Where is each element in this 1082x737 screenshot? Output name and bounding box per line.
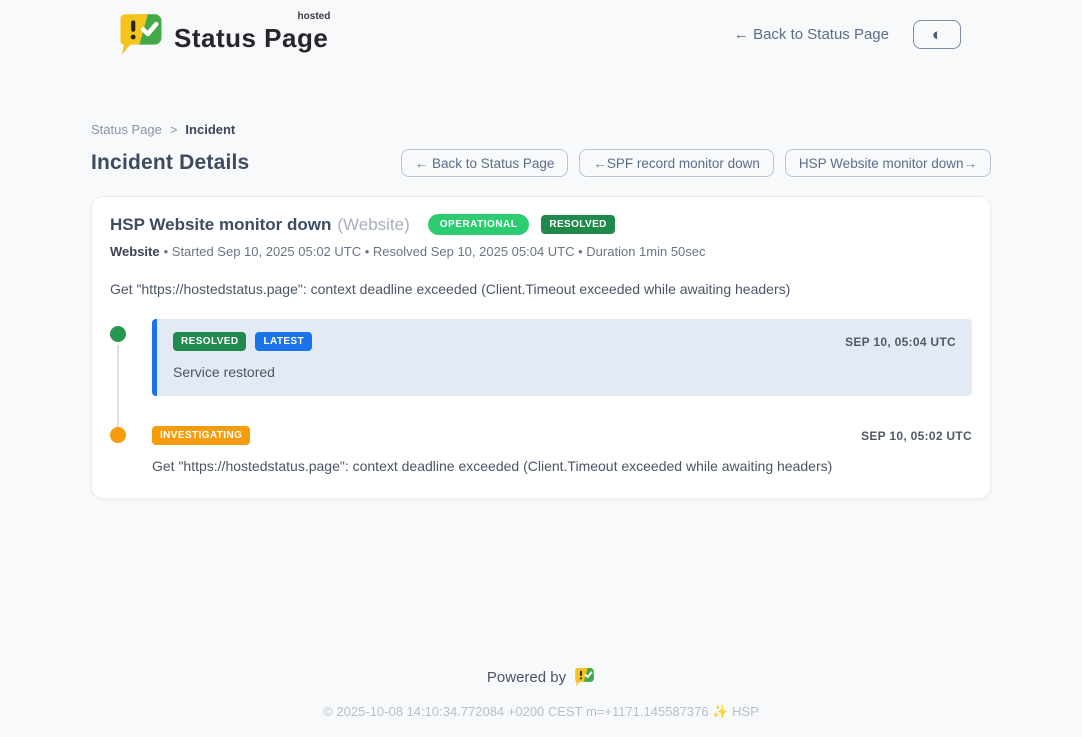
incident-description: Get "https://hostedstatus.page": context… — [110, 281, 972, 297]
powered-by-link[interactable]: Powered by — [487, 667, 595, 687]
incident-component: (Website) — [337, 215, 409, 235]
meta-details: • Started Sep 10, 2025 05:02 UTC • Resol… — [164, 244, 706, 259]
incident-card: HSP Website monitor down (Website) OPERA… — [91, 196, 991, 499]
investigating-dot-icon — [110, 427, 126, 443]
timeline-entry-resolved: RESOLVED LATEST SEP 10, 05:04 UTC Servic… — [152, 319, 972, 396]
back-to-status-page-button[interactable]: ← Back to Status Page — [401, 149, 569, 177]
prev-incident-button[interactable]: ←SPF record monitor down — [579, 149, 774, 177]
header: Status Page hosted ← Back to Status Page… — [0, 0, 1082, 56]
breadcrumb-separator: > — [170, 122, 178, 137]
entry-badges: RESOLVED LATEST — [173, 332, 312, 351]
entry-timestamp: SEP 10, 05:04 UTC — [845, 335, 956, 349]
incident-nav-buttons: ← Back to Status Page ←SPF record monito… — [401, 149, 991, 177]
hsp-logo-icon — [574, 667, 595, 687]
breadcrumb-status-page[interactable]: Status Page — [91, 122, 162, 137]
resolved-dot-icon — [110, 326, 126, 342]
brand-wrap: Status Page hosted — [174, 15, 328, 54]
main-content: Status Page > Incident Incident Details … — [91, 122, 991, 499]
half-circle-theme-icon: ◐ — [932, 26, 942, 43]
brand-superscript: hosted — [298, 11, 331, 22]
header-right: ← Back to Status Page ◐ — [734, 20, 961, 49]
timeline-connector-line — [117, 345, 119, 429]
timeline-entry-highlight-box: RESOLVED LATEST SEP 10, 05:04 UTC Servic… — [152, 319, 972, 396]
timeline-entry-investigating: INVESTIGATING SEP 10, 05:02 UTC Get "htt… — [152, 426, 972, 474]
title-row: Incident Details ← Back to Status Page ←… — [91, 149, 991, 177]
status-page-logo[interactable]: Status Page hosted — [118, 12, 328, 56]
entry-message: Service restored — [173, 364, 956, 380]
latest-badge: LATEST — [255, 332, 312, 351]
brand-name: Status Page — [174, 23, 328, 53]
copyright-text: © 2025-10-08 14:10:34.772084 +0200 CEST … — [0, 704, 1082, 720]
entry-timestamp: SEP 10, 05:02 UTC — [861, 429, 972, 443]
entry-badges: INVESTIGATING — [152, 426, 250, 445]
resolved-badge: RESOLVED — [173, 332, 246, 351]
entry-message: Get "https://hostedstatus.page": context… — [152, 458, 972, 474]
powered-by-label: Powered by — [487, 669, 566, 686]
entry-header-row: RESOLVED LATEST SEP 10, 05:04 UTC — [173, 332, 956, 351]
incident-timeline: RESOLVED LATEST SEP 10, 05:04 UTC Servic… — [110, 319, 972, 474]
entry-header-row: INVESTIGATING SEP 10, 05:02 UTC — [152, 426, 972, 445]
resolved-status-badge: RESOLVED — [541, 215, 614, 234]
status-page-logo-icon — [118, 12, 164, 56]
meta-component-name: Website — [110, 244, 160, 259]
incident-title-row: HSP Website monitor down (Website) OPERA… — [110, 214, 972, 235]
breadcrumb-incident: Incident — [185, 122, 235, 137]
incident-meta: Website • Started Sep 10, 2025 05:02 UTC … — [110, 244, 972, 259]
investigating-badge: INVESTIGATING — [152, 426, 250, 445]
next-incident-button[interactable]: HSP Website monitor down→ — [785, 149, 991, 177]
header-back-link[interactable]: ← Back to Status Page — [734, 26, 889, 43]
page-title: Incident Details — [91, 151, 249, 175]
operational-status-badge: OPERATIONAL — [428, 214, 530, 235]
breadcrumb: Status Page > Incident — [91, 122, 991, 137]
incident-title: HSP Website monitor down — [110, 215, 331, 235]
footer: Powered by © 2025-10-08 14:10:34.772084 … — [0, 667, 1082, 720]
theme-toggle-button[interactable]: ◐ — [913, 20, 961, 49]
